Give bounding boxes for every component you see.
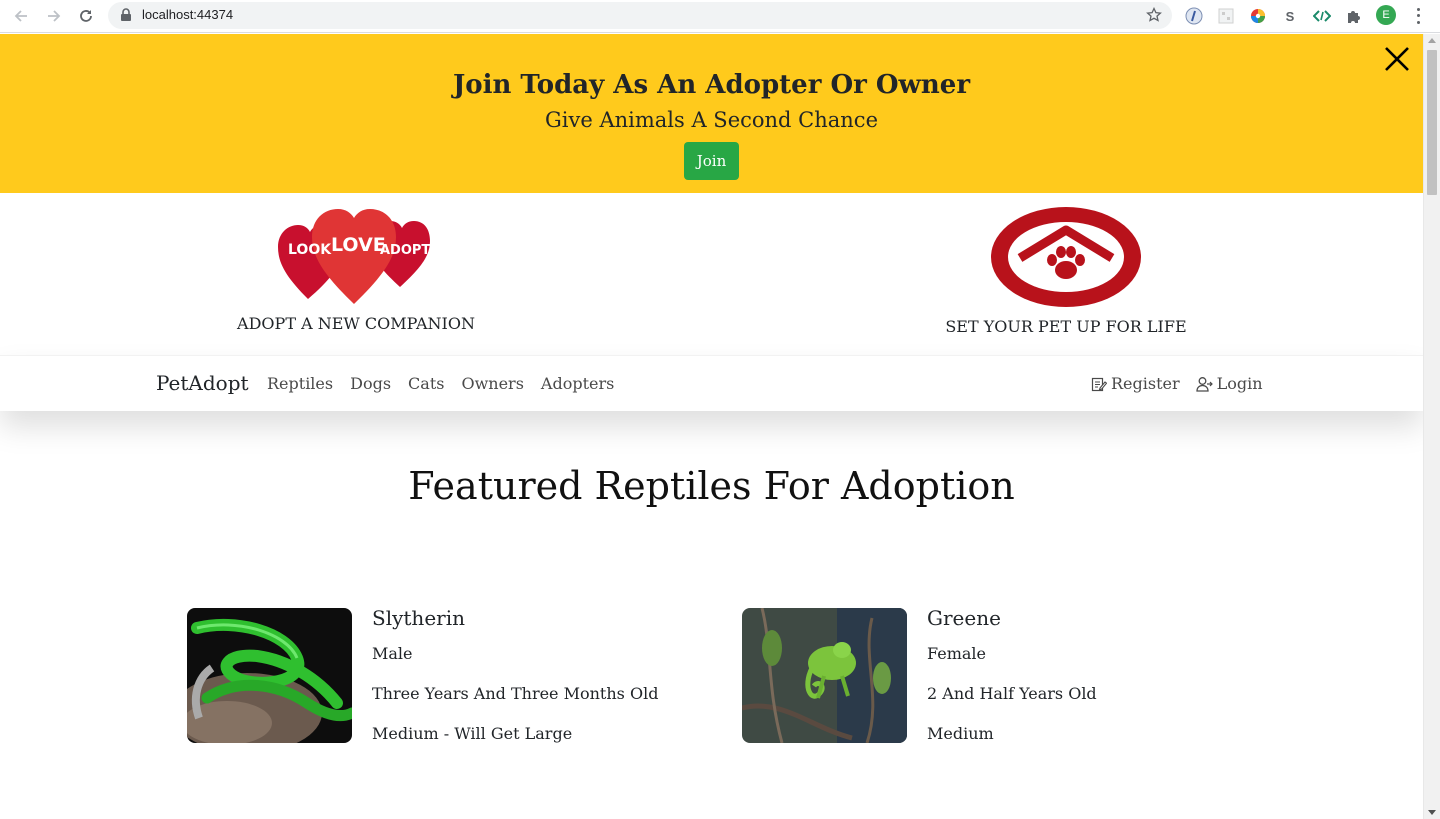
login-label: Login [1216,374,1263,393]
pet-sex: Male [372,644,413,663]
pet-age: 2 And Half Years Old [927,684,1097,703]
scrollbar-thumb[interactable] [1427,50,1437,195]
nav-link-dogs[interactable]: Dogs [350,374,391,393]
pet-card[interactable]: Greene Female 2 And Half Years Old Mediu… [742,606,1222,748]
pet-name[interactable]: Slytherin [372,606,465,630]
pet-size: Medium - Will Get Large [372,724,573,743]
logo-look-text: LOOK [288,242,332,258]
register-link[interactable]: Register [1091,374,1180,393]
code-icon[interactable] [1313,7,1331,25]
paw-house-logo [991,207,1141,307]
nav-link-adopters[interactable]: Adopters [541,374,614,393]
nav-link-owners[interactable]: Owners [461,374,523,393]
join-button[interactable]: Join [684,142,739,180]
banner-title: Join Today As An Adopter Or Owner [452,70,971,100]
color-wheel-icon[interactable] [1249,7,1267,25]
pet-size: Medium [927,724,994,743]
arrow-left-icon [14,10,27,22]
pet-sex: Female [927,644,986,663]
auth-links: Register Login [1091,374,1279,393]
browser-toolbar: localhost:44374 S E [0,0,1440,33]
nav-link-reptiles[interactable]: Reptiles [267,374,333,393]
scroll-down-icon[interactable] [1428,810,1436,815]
pet-card[interactable]: Slytherin Male Three Years And Three Mon… [187,606,667,748]
forward-button[interactable] [42,4,66,28]
scroll-up-icon[interactable] [1428,38,1436,43]
user-login-icon [1195,376,1213,392]
browser-menu-icon[interactable] [1410,6,1426,26]
s-extension[interactable]: S [1281,7,1299,25]
profile-avatar[interactable]: E [1376,5,1396,25]
register-label: Register [1111,374,1180,393]
brand-link[interactable]: PetAdopt [156,371,249,395]
ext-2-icon[interactable] [1217,7,1235,25]
url-text: localhost:44374 [142,7,234,22]
pet-photo-chameleon[interactable] [742,608,907,743]
bookmark-star-icon[interactable] [1146,7,1162,23]
look-love-adopt-logo: LOOK LOVE ADOPT [278,209,430,304]
lock-icon [121,8,131,21]
join-banner: Join Today As An Adopter Or Owner Give A… [0,34,1423,193]
nav-link-cats[interactable]: Cats [408,374,444,393]
register-icon [1091,377,1107,391]
pet-name[interactable]: Greene [927,606,1001,630]
logo-adopt-text: ADOPT [380,243,430,258]
page-scrollbar[interactable] [1423,34,1440,819]
reload-icon [80,10,92,22]
banner-subtitle: Give Animals A Second Chance [545,108,878,132]
login-link[interactable]: Login [1195,374,1263,393]
section-title: Featured Reptiles For Adoption [408,464,1015,508]
reload-button[interactable] [74,4,98,28]
puzzle-icon[interactable] [1345,7,1363,25]
arrow-right-icon [48,10,61,22]
pet-photo-snake[interactable] [187,608,352,743]
logo-love-text: LOVE [331,234,386,256]
logo-left-caption: ADOPT A NEW COMPANION [237,314,475,333]
back-button[interactable] [9,4,33,28]
main-navbar: PetAdopt Reptiles Dogs Cats Owners Adopt… [0,355,1423,411]
address-bar[interactable]: localhost:44374 [108,2,1172,29]
ext-1-icon[interactable] [1185,7,1203,25]
close-icon[interactable] [1382,44,1412,74]
nav-links: Reptiles Dogs Cats Owners Adopters [267,374,631,393]
page-content: Join Today As An Adopter Or Owner Give A… [0,34,1423,819]
pet-age: Three Years And Three Months Old [372,684,659,703]
logo-right-caption: SET YOUR PET UP FOR LIFE [945,317,1187,336]
logo-row: LOOK LOVE ADOPT ADOPT A NEW COMPANION SE… [0,193,1423,355]
